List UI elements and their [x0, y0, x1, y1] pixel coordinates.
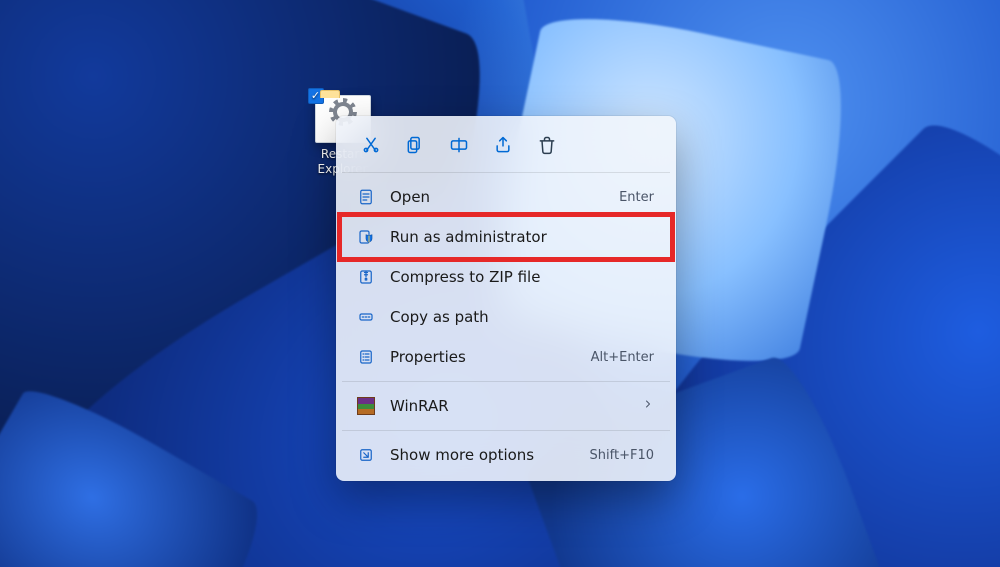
submenu-chevron-icon — [642, 398, 654, 414]
delete-icon[interactable] — [536, 134, 558, 156]
doc-icon — [356, 187, 376, 207]
menu-item-compress-zip[interactable]: Compress to ZIP file — [342, 257, 670, 297]
context-menu-quick-actions — [342, 122, 670, 168]
winrar-icon — [356, 396, 376, 416]
menu-item-label: Copy as path — [390, 308, 489, 326]
menu-item-label: Compress to ZIP file — [390, 268, 540, 286]
menu-divider — [342, 430, 670, 431]
menu-item-label: Show more options — [390, 446, 534, 464]
archive-icon — [356, 267, 376, 287]
path-icon — [356, 307, 376, 327]
menu-item-shortcut: Shift+F10 — [590, 448, 654, 463]
menu-item-label: Properties — [390, 348, 466, 366]
shield-icon — [356, 227, 376, 247]
menu-item-properties[interactable]: Properties Alt+Enter — [342, 337, 670, 377]
context-menu: Open Enter Run as administrator Compress… — [336, 116, 676, 481]
properties-icon — [356, 347, 376, 367]
share-icon[interactable] — [492, 134, 514, 156]
menu-item-open[interactable]: Open Enter — [342, 177, 670, 217]
rename-icon[interactable] — [448, 134, 470, 156]
menu-item-show-more-options[interactable]: Show more options Shift+F10 — [342, 435, 670, 475]
menu-item-winrar[interactable]: WinRAR — [342, 386, 670, 426]
more-options-icon — [356, 445, 376, 465]
cut-icon[interactable] — [360, 134, 382, 156]
menu-item-shortcut: Alt+Enter — [591, 350, 654, 365]
menu-item-label: WinRAR — [390, 397, 449, 415]
menu-item-copy-as-path[interactable]: Copy as path — [342, 297, 670, 337]
menu-item-label: Open — [390, 188, 430, 206]
menu-divider — [342, 172, 670, 173]
menu-item-run-as-administrator[interactable]: Run as administrator — [342, 217, 670, 257]
menu-item-shortcut: Enter — [619, 190, 654, 205]
menu-divider — [342, 381, 670, 382]
copy-icon[interactable] — [404, 134, 426, 156]
menu-item-label: Run as administrator — [390, 228, 547, 246]
